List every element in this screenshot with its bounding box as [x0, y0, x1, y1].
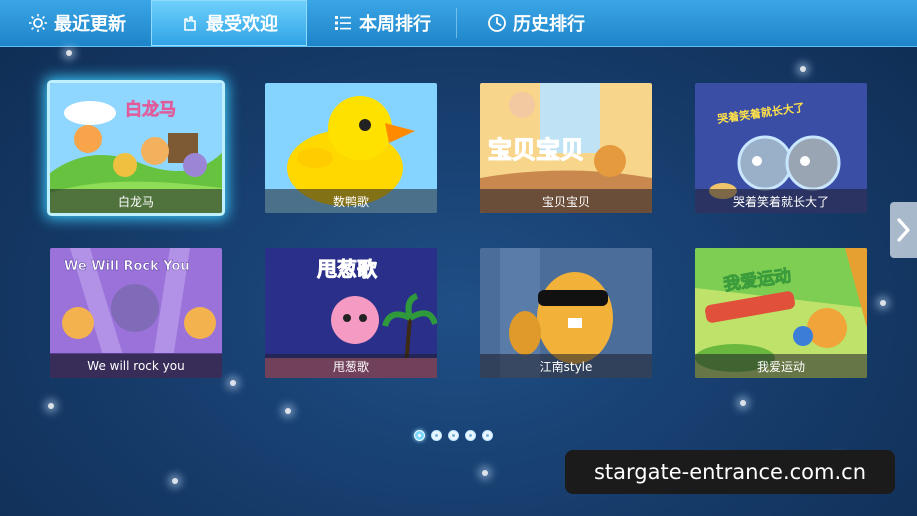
thumbnail-title-art: We Will Rock You	[64, 259, 190, 274]
video-caption: 数鸭歌	[265, 189, 437, 213]
video-card-kuzhexiaozhe[interactable]: 哭着笑着就长大了 哭着笑着就长大了	[695, 83, 867, 213]
video-card-shuyage[interactable]: 数鸭歌	[265, 83, 437, 213]
background-sparkle	[285, 408, 291, 414]
list-icon	[333, 13, 353, 33]
tab-label: 历史排行	[513, 14, 585, 35]
page-dot-5[interactable]	[482, 430, 493, 441]
video-caption: 宝贝宝贝	[480, 189, 652, 213]
video-caption: 江南style	[480, 354, 652, 378]
video-card-gangnam-style[interactable]: 江南style	[480, 248, 652, 378]
thumbnail-title-art: 甩葱歌	[317, 257, 378, 281]
tab-label: 最近更新	[54, 14, 126, 35]
watermark-label: stargate-entrance.com.cn	[565, 450, 895, 494]
tab-divider	[456, 8, 457, 38]
video-card-woaiyundong[interactable]: 我爱运动 我爱运动	[695, 248, 867, 378]
tab-label: 本周排行	[359, 14, 431, 35]
video-caption: 白龙马	[50, 189, 222, 213]
next-page-arrow[interactable]	[890, 202, 917, 258]
background-sparkle	[230, 380, 236, 386]
tab-label: 最受欢迎	[206, 14, 278, 35]
page-dot-2[interactable]	[431, 430, 442, 441]
video-card-shuaicongge[interactable]: 甩葱歌 甩葱歌	[265, 248, 437, 378]
page-dot-4[interactable]	[465, 430, 476, 441]
tab-weekly-ranking[interactable]: 本周排行	[333, 0, 431, 46]
background-sparkle	[172, 478, 178, 484]
video-caption: We will rock you	[50, 354, 222, 378]
page-dot-1[interactable]	[414, 430, 425, 441]
chevron-right-icon	[897, 218, 910, 242]
tab-history-ranking[interactable]: 历史排行	[487, 0, 585, 46]
video-caption: 我爱运动	[695, 354, 867, 378]
video-caption: 哭着笑着就长大了	[695, 189, 867, 213]
background-sparkle	[800, 66, 806, 72]
hand-icon	[180, 13, 200, 33]
background-sparkle	[740, 400, 746, 406]
top-tab-bar: 最近更新 最受欢迎 本周排行 历史排行	[0, 0, 917, 47]
background-sparkle	[66, 50, 72, 56]
thumbnail-title-art: 宝贝宝贝	[488, 136, 584, 164]
background-sparkle	[482, 470, 488, 476]
page-dot-3[interactable]	[448, 430, 459, 441]
background-sparkle	[48, 403, 54, 409]
sun-icon	[28, 13, 48, 33]
background-sparkle	[880, 300, 886, 306]
clock-icon	[487, 13, 507, 33]
tab-most-popular[interactable]: 最受欢迎	[151, 0, 307, 46]
video-card-we-will-rock-you[interactable]: We Will Rock You We will rock you	[50, 248, 222, 378]
video-caption: 甩葱歌	[265, 354, 437, 378]
tab-recent-updates[interactable]: 最近更新	[28, 0, 126, 46]
thumbnail-title-art: 白龙马	[125, 99, 176, 120]
pagination-dots	[414, 430, 493, 444]
video-card-baobeibaobei[interactable]: 宝贝宝贝 宝贝宝贝	[480, 83, 652, 213]
video-card-bailongma[interactable]: 白龙马 白龙马	[50, 83, 222, 213]
